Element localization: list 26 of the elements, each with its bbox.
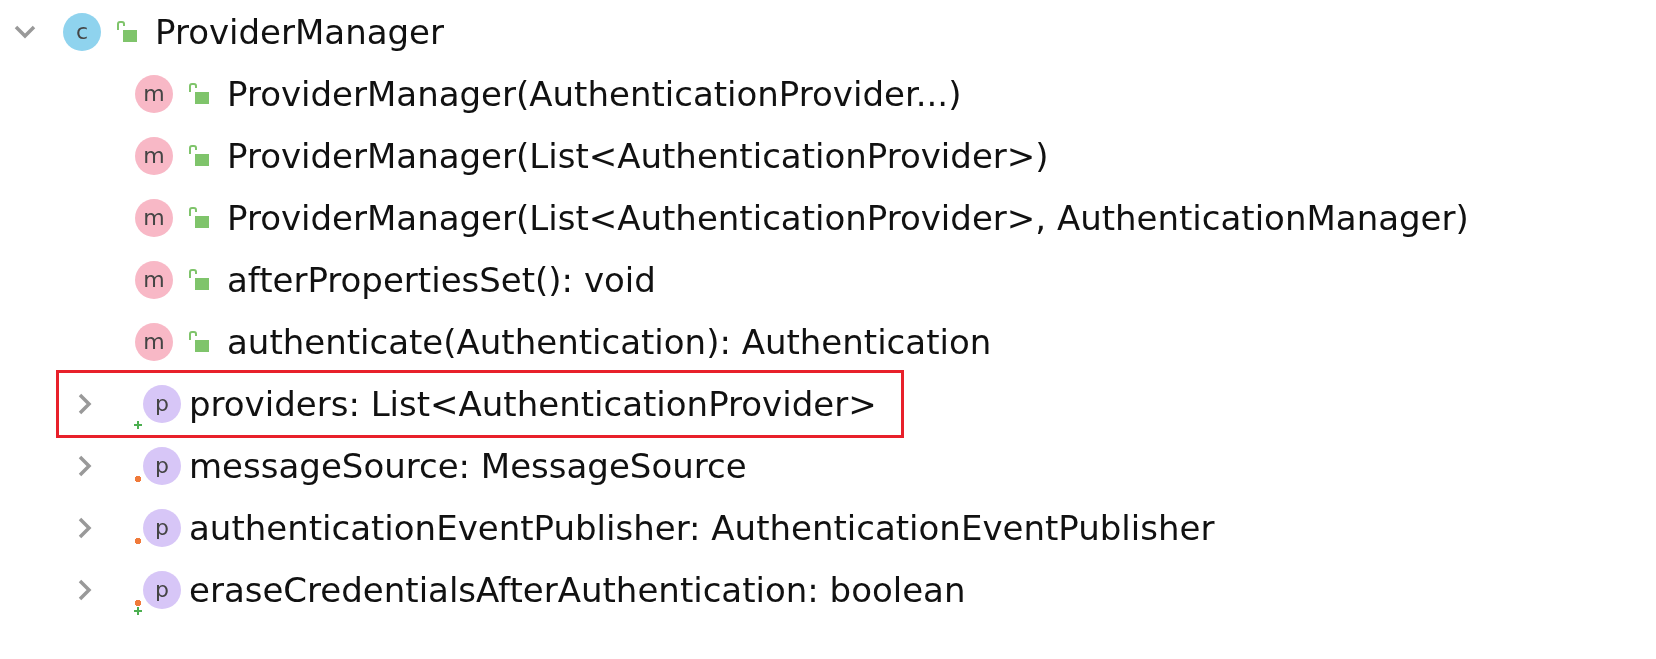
- field-signature[interactable]: messageSource: MessageSource: [189, 449, 747, 483]
- padlock-icon: [189, 83, 211, 105]
- method-signature[interactable]: ProviderManager(List<AuthenticationProvider>): [227, 139, 1049, 173]
- field-signature[interactable]: providers: List<AuthenticationProvider>: [189, 387, 877, 421]
- type-badge: p: [143, 509, 181, 547]
- type-badge: c: [63, 13, 101, 51]
- padlock-icon: [189, 207, 211, 229]
- padlock-icon: [117, 21, 139, 43]
- type-badge: p: [143, 385, 181, 423]
- field-signature[interactable]: authenticationEventPublisher: AuthenticationEventPublisher: [189, 511, 1215, 545]
- padlock-icon: [189, 145, 211, 167]
- method-signature[interactable]: ProviderManager(List<AuthenticationProvider>, AuthenticationManager): [227, 201, 1469, 235]
- type-badge: m: [135, 261, 173, 299]
- type-badge: m: [135, 323, 173, 361]
- type-badge: p: [143, 571, 181, 609]
- method-signature[interactable]: ProviderManager(AuthenticationProvider...): [227, 77, 962, 111]
- class-name[interactable]: ProviderManager: [155, 15, 445, 49]
- method-signature[interactable]: afterPropertiesSet(): void: [227, 263, 656, 297]
- method-signature[interactable]: authenticate(Authentication): Authentication: [227, 325, 992, 359]
- padlock-icon: [189, 331, 211, 353]
- type-badge: p: [143, 447, 181, 485]
- field-signature[interactable]: eraseCredentialsAfterAuthentication: boolean: [189, 573, 966, 607]
- padlock-icon: [189, 269, 211, 291]
- type-badge: m: [135, 137, 173, 175]
- type-badge: m: [135, 199, 173, 237]
- type-badge: m: [135, 75, 173, 113]
